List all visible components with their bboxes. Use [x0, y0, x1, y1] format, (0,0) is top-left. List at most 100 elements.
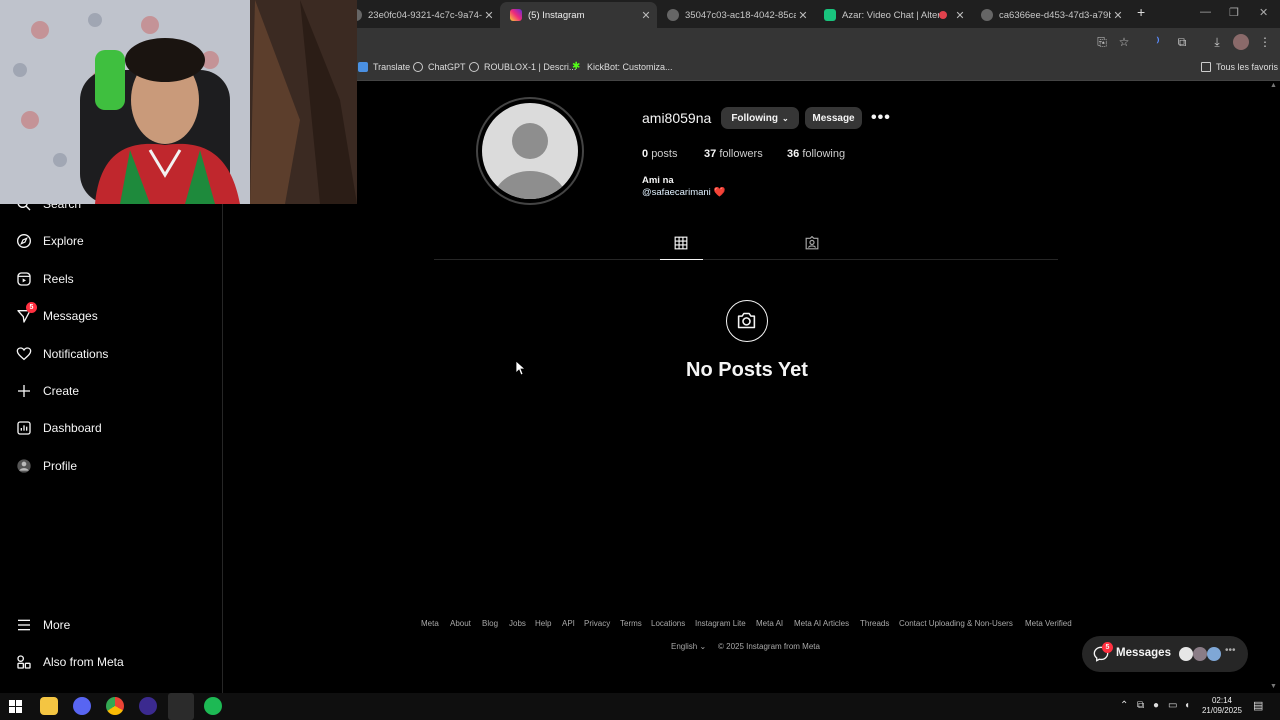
new-tab-icon[interactable]: +	[1137, 4, 1145, 20]
close-tab-icon[interactable]: ✕	[953, 9, 967, 22]
language-label: English	[671, 642, 698, 651]
sidebar-item-more[interactable]: More	[16, 617, 70, 633]
footer-link[interactable]: About	[450, 619, 471, 628]
browser-tab-instagram[interactable]: (5) Instagram ✕	[500, 2, 657, 28]
more-contacts-icon: •••	[1225, 645, 1236, 656]
sidebar-item-profile[interactable]: Profile	[16, 458, 77, 474]
footer-link[interactable]: Meta	[421, 619, 439, 628]
scroll-down-icon[interactable]: ▼	[1270, 683, 1277, 690]
copyright-text: © 2025 Instagram from Meta	[718, 642, 820, 651]
sidebar-item-reels[interactable]: Reels	[16, 271, 74, 287]
tray-chevron-icon[interactable]: ⌃	[1120, 700, 1128, 711]
messages-widget-badge: 5	[1102, 642, 1113, 653]
footer-link[interactable]: Threads	[860, 619, 889, 628]
extensions-puzzle-icon[interactable]: ⧉	[1174, 34, 1190, 50]
file-explorer-icon[interactable]	[40, 697, 58, 715]
profile-avatar-icon[interactable]	[1233, 34, 1249, 50]
more-options-icon[interactable]: •••	[871, 109, 891, 127]
close-tab-icon[interactable]: ✕	[796, 9, 810, 22]
bookmark-kickbot[interactable]: ✱ KickBot: Customiza...	[572, 61, 673, 73]
posts-count: 0 posts	[642, 148, 677, 160]
tray-app-icon[interactable]: ⧉	[1137, 700, 1144, 711]
language-selector[interactable]: English ⌄	[671, 642, 706, 651]
bookmark-roublox[interactable]: ROUBLOX-1 | Descri...	[469, 62, 576, 72]
footer-link[interactable]: Blog	[482, 619, 498, 628]
profile-username: ami8059na	[642, 110, 712, 126]
extension-icon[interactable]: ⁾	[1150, 34, 1166, 50]
menu-icon	[18, 619, 30, 631]
message-button[interactable]: Message	[805, 107, 862, 129]
microphone-icon[interactable]: ●	[1153, 700, 1159, 711]
messages-badge: 5	[26, 302, 37, 313]
chrome-icon[interactable]	[106, 697, 124, 715]
profile-avatar[interactable]	[476, 97, 584, 205]
bio-mention-link[interactable]: @safaecarimani	[642, 187, 711, 198]
sidebar-item-label: Dashboard	[43, 421, 102, 435]
empty-state-title: No Posts Yet	[686, 359, 808, 381]
tab-title: ca6366ee-d453-47d3-a79b-a6	[999, 9, 1111, 21]
windows-taskbar: ⌃ ⧉ ● ▭ ◖ 02:14 21/09/2025 ▤	[0, 693, 1280, 720]
minimize-icon[interactable]: —	[1200, 6, 1211, 18]
following-button[interactable]: Following ⌄	[721, 107, 799, 129]
tab-title: Azar: Video Chat | Alternati	[842, 9, 939, 21]
browser-menu-icon[interactable]: ⋮	[1257, 34, 1273, 50]
posts-count-value: 0	[642, 148, 649, 160]
discord-icon[interactable]	[73, 697, 91, 715]
windows-start-icon[interactable]	[9, 700, 22, 713]
close-tab-icon[interactable]: ✕	[639, 9, 653, 22]
spotify-icon[interactable]	[204, 697, 222, 715]
heart-icon	[16, 347, 32, 361]
notification-center-icon[interactable]: ▤	[1253, 699, 1263, 712]
tab-tagged[interactable]	[791, 232, 834, 260]
messages-widget[interactable]: 5 Messages •••	[1082, 636, 1248, 672]
footer-link[interactable]: Meta AI	[756, 619, 783, 628]
bookmark-translate[interactable]: Translate	[358, 62, 410, 72]
sidebar-item-notifications[interactable]: Notifications	[16, 346, 108, 362]
footer-link[interactable]: Instagram Lite	[695, 619, 746, 628]
footer-link[interactable]: Help	[535, 619, 551, 628]
message-button-label: Message	[812, 112, 855, 124]
clock-date: 21/09/2025	[1201, 706, 1243, 715]
app-icon[interactable]	[139, 697, 157, 715]
sidebar-item-dashboard[interactable]: Dashboard	[16, 420, 102, 436]
footer-link[interactable]: Privacy	[584, 619, 610, 628]
browser-tab-1[interactable]: 23e0fc04-9321-4c7c-9a74-5ce ✕	[340, 2, 500, 28]
tagged-user-icon	[805, 236, 819, 250]
install-app-icon[interactable]: ⎘	[1094, 34, 1110, 50]
volume-icon[interactable]: ◖	[1184, 700, 1190, 711]
tab-posts-grid[interactable]	[660, 232, 703, 260]
download-icon[interactable]: ⤓	[1209, 34, 1225, 50]
sidebar-item-create[interactable]: Create	[16, 383, 79, 399]
close-tab-icon[interactable]: ✕	[482, 9, 496, 22]
footer-link[interactable]: Jobs	[509, 619, 526, 628]
network-icon[interactable]: ▭	[1168, 700, 1177, 711]
sidebar-item-label: More	[43, 618, 71, 632]
sidebar-item-also-from-meta[interactable]: Also from Meta	[16, 654, 124, 670]
scroll-up-icon[interactable]: ▲	[1270, 82, 1277, 89]
footer-link[interactable]: Terms	[620, 619, 642, 628]
followers-count[interactable]: 37 followers	[704, 148, 763, 160]
close-window-icon[interactable]: ✕	[1259, 6, 1268, 19]
footer-link[interactable]: Contact Uploading & Non-Users	[899, 619, 1013, 628]
footer-link[interactable]: Meta Verified	[1025, 619, 1072, 628]
close-tab-icon[interactable]: ✕	[1111, 9, 1125, 22]
following-count[interactable]: 36 following	[787, 148, 845, 160]
bookmark-star-icon[interactable]: ☆	[1116, 34, 1132, 50]
contact-avatar	[1193, 647, 1207, 661]
webcam-feed-image	[0, 0, 357, 204]
browser-tab-3[interactable]: 35047c03-ac18-4042-85ca-e4 ✕	[657, 2, 814, 28]
restore-icon[interactable]: ❐	[1229, 6, 1239, 19]
browser-tab-5[interactable]: ca6366ee-d453-47d3-a79b-a6 ✕	[971, 2, 1129, 28]
footer-link[interactable]: Meta AI Articles	[794, 619, 849, 628]
footer-link[interactable]: Locations	[651, 619, 685, 628]
active-app-icon[interactable]	[168, 693, 194, 720]
kickbot-icon: ✱	[572, 61, 581, 72]
sidebar-item-explore[interactable]: Explore	[16, 233, 84, 249]
bookmark-chatgpt[interactable]: ChatGPT	[413, 62, 466, 72]
sidebar-item-messages[interactable]: 5 Messages	[16, 302, 98, 324]
taskbar-clock[interactable]: 02:14 21/09/2025	[1199, 696, 1245, 716]
all-bookmarks[interactable]: Tous les favoris	[1201, 62, 1278, 72]
bookmark-label: KickBot: Customiza...	[587, 62, 673, 72]
footer-link[interactable]: API	[562, 619, 575, 628]
browser-tab-azar[interactable]: Azar: Video Chat | Alternati ✕	[814, 2, 971, 28]
